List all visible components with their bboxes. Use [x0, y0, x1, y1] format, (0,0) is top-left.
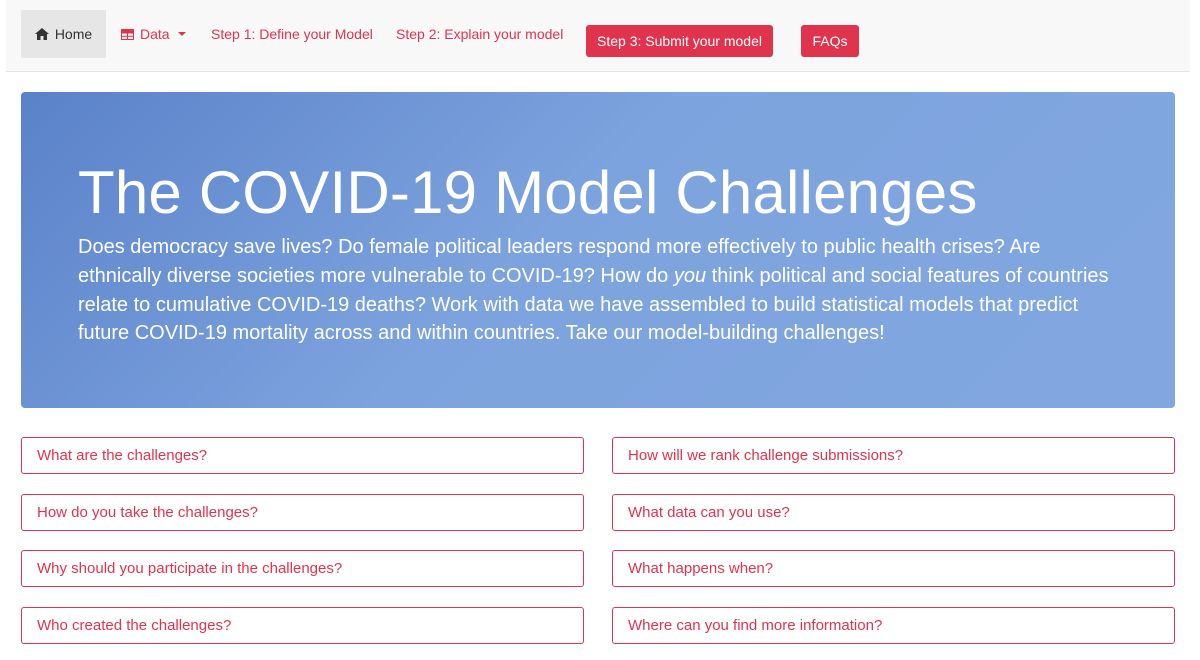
nav-step1-link[interactable]: Step 1: Define your Model [211, 10, 373, 58]
faq-how-take-challenges[interactable]: How do you take the challenges? [21, 494, 584, 531]
faq-what-are-challenges[interactable]: What are the challenges? [21, 437, 584, 474]
hero-banner: The COVID-19 Model Challenges Does democ… [21, 92, 1175, 408]
home-icon [34, 28, 49, 40]
faq-what-data[interactable]: What data can you use? [612, 494, 1175, 531]
nav-step2-link[interactable]: Step 2: Explain your model [396, 10, 563, 58]
nav-home-link[interactable]: Home [21, 10, 106, 58]
faq-why-participate[interactable]: Why should you participate in the challe… [21, 550, 584, 587]
faqs-button[interactable]: FAQs [801, 25, 859, 57]
faq-how-rank-submissions[interactable]: How will we rank challenge submissions? [612, 437, 1175, 474]
faq-more-information[interactable]: Where can you find more information? [612, 607, 1175, 644]
step3-submit-button[interactable]: Step 3: Submit your model [586, 25, 773, 57]
caret-down-icon [177, 32, 186, 36]
nav-data-label: Data [140, 26, 170, 42]
nav-home-label: Home [54, 26, 93, 42]
hero-text-emphasis: you [673, 264, 707, 287]
table-icon [121, 28, 134, 40]
hero-description: Does democracy save lives? Do female pol… [78, 233, 1118, 348]
faq-what-happens-when[interactable]: What happens when? [612, 550, 1175, 587]
top-navbar: Home Data Step 1: Define your Model Step… [6, 0, 1190, 72]
page-title: The COVID-19 Model Challenges [78, 159, 978, 226]
faq-who-created[interactable]: Who created the challenges? [21, 607, 584, 644]
nav-data-dropdown[interactable]: Data [121, 10, 186, 58]
